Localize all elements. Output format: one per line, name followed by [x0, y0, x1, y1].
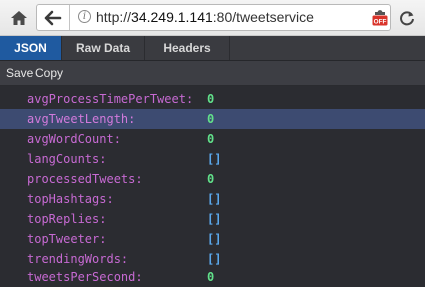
json-value: []: [207, 252, 222, 266]
json-value: 0: [207, 92, 215, 106]
json-key: processedTweets:: [27, 172, 143, 186]
json-row-avg-tweet-length[interactable]: avgTweetLength: 0: [0, 109, 425, 129]
json-value: 0: [207, 132, 215, 146]
json-key: avgTweetLength:: [27, 112, 136, 126]
browser-toolbar: i http://34.249.1.141:80/tweetservice OF…: [0, 0, 425, 36]
json-row-trending-words[interactable]: trendingWords: []: [0, 249, 425, 269]
json-row-avg-word-count[interactable]: avgWordCount: 0: [0, 129, 425, 149]
json-key: avgWordCount:: [27, 132, 121, 146]
json-value: []: [207, 192, 222, 206]
copy-button[interactable]: Copy: [35, 61, 63, 85]
tracking-protection-icon[interactable]: OFF: [372, 9, 388, 26]
url-prefix: http://: [96, 9, 132, 25]
json-value: 0: [207, 112, 215, 126]
address-bar[interactable]: i http://34.249.1.141:80/tweetservice OF…: [36, 4, 391, 31]
url-text[interactable]: http://34.249.1.141:80/tweetservice: [96, 9, 314, 25]
url-host: 34.249.1.141: [131, 9, 213, 25]
json-key: tweetsPerSecond:: [27, 270, 143, 284]
json-value: []: [207, 232, 222, 246]
json-value: []: [207, 212, 222, 226]
json-key: topTweeter:: [27, 232, 107, 246]
json-value: 0: [207, 270, 215, 284]
back-button[interactable]: [37, 5, 70, 30]
json-row-processed-tweets[interactable]: processedTweets: 0: [0, 169, 425, 189]
json-key: topHashtags:: [27, 192, 114, 206]
reload-button[interactable]: [397, 8, 417, 28]
json-toolbar: Save Copy: [0, 61, 425, 86]
json-tree: avgProcessTimePerTweet: 0 avgTweetLength…: [0, 86, 425, 284]
home-button[interactable]: [5, 5, 33, 31]
tracking-badge-label: OFF: [374, 18, 387, 25]
json-key: langCounts:: [27, 152, 107, 166]
save-button[interactable]: Save: [6, 61, 33, 85]
reload-icon: [400, 11, 414, 26]
json-row-top-tweeter[interactable]: topTweeter: []: [0, 229, 425, 249]
info-icon[interactable]: i: [78, 10, 91, 23]
tab-json[interactable]: JSON: [0, 36, 62, 60]
back-arrow-icon: [44, 10, 62, 25]
json-key: trendingWords:: [27, 252, 129, 266]
tab-headers[interactable]: Headers: [145, 36, 230, 60]
json-key: topReplies:: [27, 212, 107, 226]
json-row-tweets-per-second[interactable]: tweetsPerSecond: 0: [0, 267, 425, 287]
tab-raw-data[interactable]: Raw Data: [62, 36, 145, 60]
json-row-avg-process-time[interactable]: avgProcessTimePerTweet: 0: [0, 89, 425, 109]
json-row-lang-counts[interactable]: langCounts: []: [0, 149, 425, 169]
home-icon: [11, 11, 27, 25]
url-path: :80/tweetservice: [212, 9, 314, 25]
json-key: avgProcessTimePerTweet:: [27, 92, 194, 106]
json-value: 0: [207, 172, 215, 186]
json-value: []: [207, 152, 222, 166]
json-row-top-hashtags[interactable]: topHashtags: []: [0, 189, 425, 209]
json-row-top-replies[interactable]: topReplies: []: [0, 209, 425, 229]
viewer-tab-bar: JSON Raw Data Headers: [0, 36, 425, 61]
